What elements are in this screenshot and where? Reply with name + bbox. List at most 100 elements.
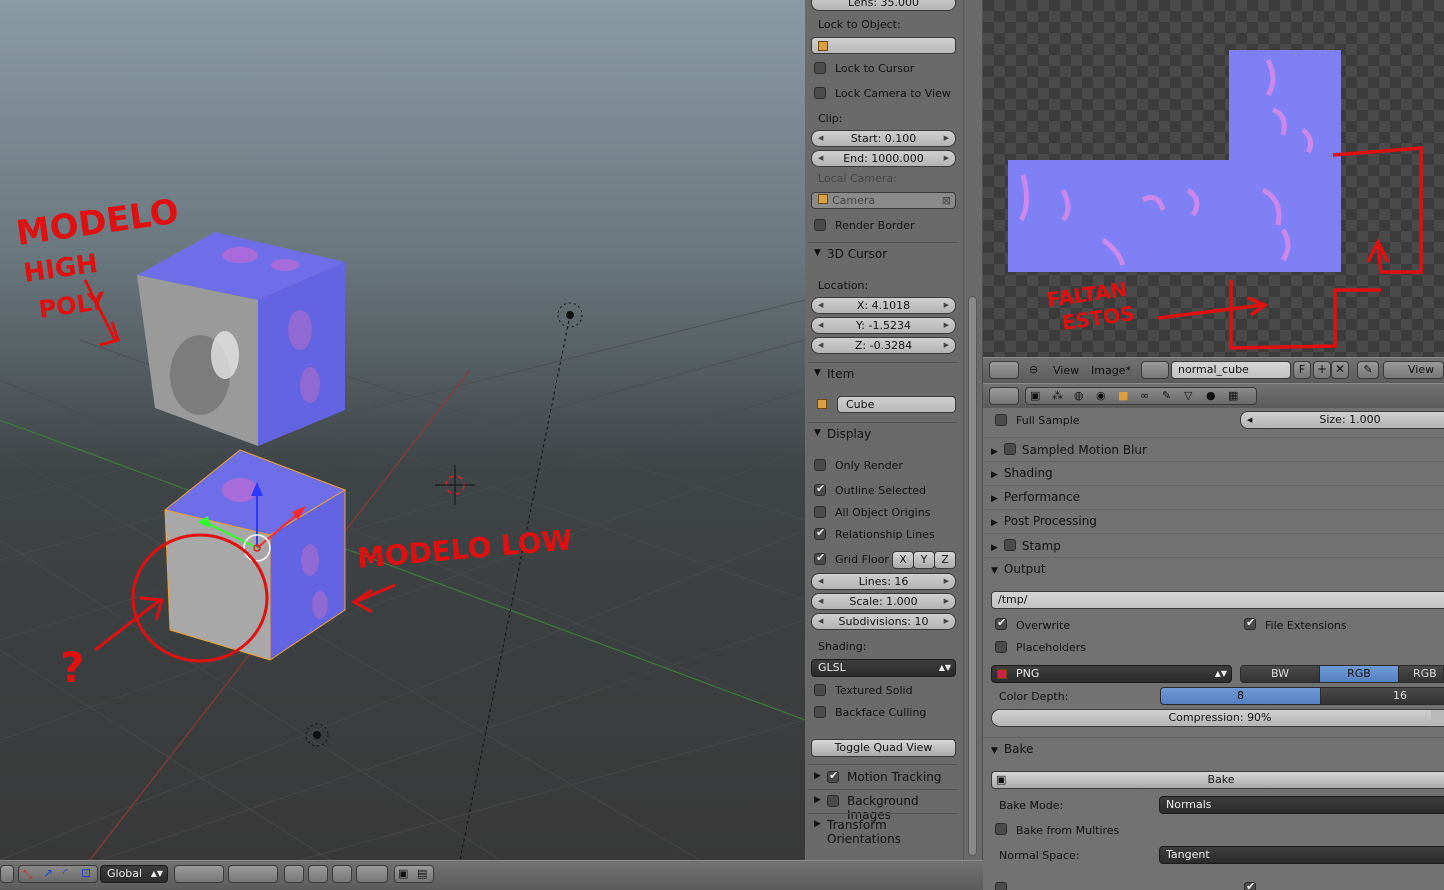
- item-panel-header[interactable]: ▼ Item: [805, 365, 963, 385]
- grid-subdivisions-field[interactable]: ◀ Subdivisions: 10 ▶: [811, 613, 956, 630]
- layers-grid-1[interactable]: [174, 865, 224, 883]
- all-object-origins-checkbox[interactable]: [814, 506, 826, 518]
- normal-space-select[interactable]: Tangent: [1159, 846, 1444, 864]
- axis-y-toggle[interactable]: Y: [913, 551, 935, 569]
- compression-slider[interactable]: Compression: 90%: [991, 709, 1444, 727]
- overwrite-checkbox[interactable]: [995, 616, 1007, 630]
- scale-icon[interactable]: ⊡: [81, 866, 91, 880]
- bake-mode-select[interactable]: Normals: [1159, 796, 1444, 814]
- color-depth-16-toggle[interactable]: 16: [1320, 687, 1444, 705]
- selected-to-active-checkbox-partial[interactable]: [995, 882, 1007, 890]
- constraints-tab-icon[interactable]: ∞: [1140, 389, 1149, 402]
- axis-z-toggle[interactable]: Z: [934, 551, 956, 569]
- clip-end-field[interactable]: ◀ End: 1000.000 ▶: [811, 150, 956, 167]
- data-tab-icon[interactable]: ▽: [1184, 389, 1192, 402]
- clear-checkbox-partial[interactable]: [1244, 880, 1256, 890]
- properties-context-tabs[interactable]: ▣ ⁂ ◍ ◉ ■ ∞ ✎ ▽ ● ▦: [1025, 387, 1257, 405]
- clear-icon[interactable]: ⊠: [942, 193, 951, 208]
- background-images-panel-header[interactable]: ▶ Background Images: [805, 792, 963, 822]
- lock-camera-checkbox[interactable]: [814, 87, 826, 99]
- clip-start-field[interactable]: ◀ Start: 0.100 ▶: [811, 130, 956, 147]
- material-tab-icon[interactable]: ●: [1206, 389, 1216, 402]
- backface-culling-checkbox[interactable]: [814, 706, 826, 718]
- post-processing-panel-header[interactable]: ▶ Post Processing: [991, 514, 1097, 528]
- output-panel-header[interactable]: ▼ Output: [991, 562, 1046, 576]
- 3d-viewport[interactable]: MODELO HIGH POLY MODELO LOW ?: [0, 0, 805, 860]
- axis-x-toggle[interactable]: X: [892, 551, 914, 569]
- display-panel-header[interactable]: ▼ Display: [805, 425, 963, 445]
- low-poly-cube[interactable]: [163, 449, 347, 661]
- performance-panel-header[interactable]: ▶ Performance: [991, 490, 1080, 504]
- local-camera-field[interactable]: Camera ⊠: [811, 192, 956, 209]
- relationship-lines-checkbox[interactable]: [814, 526, 826, 540]
- 3d-cursor-panel-header[interactable]: ▼ 3D Cursor: [805, 245, 963, 265]
- pin-icon[interactable]: ✎: [1357, 361, 1379, 379]
- rotate-icon[interactable]: ◜: [63, 866, 68, 880]
- render-border-checkbox[interactable]: [814, 219, 826, 231]
- image-name-field[interactable]: normal_cube: [1171, 361, 1291, 379]
- grid-lines-field[interactable]: ◀ Lines: 16 ▶: [811, 573, 956, 590]
- motion-blur-size-field[interactable]: ◀ Size: 1.000: [1240, 411, 1444, 429]
- object-tab-icon[interactable]: ■: [1118, 389, 1128, 402]
- editor-type-image-icon[interactable]: [989, 361, 1019, 379]
- grid-floor-checkbox[interactable]: [814, 551, 826, 565]
- color-rgba-toggle[interactable]: RGB: [1398, 665, 1444, 683]
- cursor-y-field[interactable]: ◀ Y: -1.5234 ▶: [811, 317, 956, 334]
- manipulator-icon[interactable]: ⤡: [23, 867, 33, 882]
- render-buttons[interactable]: ▣ ▤: [394, 865, 434, 883]
- view-mode-select[interactable]: View: [1383, 361, 1444, 379]
- layers-grid-2[interactable]: [228, 865, 278, 883]
- 3d-cursor-icon[interactable]: [435, 465, 475, 505]
- cursor-x-field[interactable]: ◀ X: 4.1018 ▶: [811, 297, 956, 314]
- motion-tracking-panel-header[interactable]: ▶Motion Tracking: [805, 768, 963, 788]
- render-layers-tab-icon[interactable]: ⁂: [1052, 389, 1063, 402]
- menu-toggle-icon[interactable]: ⊖: [1029, 363, 1038, 376]
- lock-object-field[interactable]: [811, 37, 956, 54]
- color-bw-toggle[interactable]: BW: [1240, 665, 1320, 683]
- only-render-checkbox[interactable]: [814, 459, 826, 471]
- shading-select[interactable]: GLSL ▲▼: [811, 659, 956, 677]
- textured-solid-checkbox[interactable]: [814, 684, 826, 696]
- motion-tracking-checkbox[interactable]: [827, 769, 839, 783]
- cursor-z-field[interactable]: ◀ Z: -0.3284 ▶: [811, 337, 956, 354]
- color-depth-8-toggle[interactable]: 8: [1160, 687, 1321, 705]
- unlink-image-icon[interactable]: ✕: [1331, 361, 1349, 379]
- modifiers-tab-icon[interactable]: ✎: [1162, 389, 1171, 402]
- orientation-select[interactable]: Global ▲▼: [100, 865, 168, 883]
- scene-tab-icon[interactable]: ◍: [1074, 389, 1084, 402]
- bake-button[interactable]: ▣ Bake: [991, 771, 1444, 789]
- panel-scrollbar[interactable]: [963, 0, 982, 860]
- file-format-select[interactable]: PNG ▲▼: [991, 665, 1232, 683]
- object-name-field[interactable]: Cube: [837, 396, 956, 413]
- output-path-field[interactable]: /tmp/: [991, 591, 1444, 609]
- high-poly-cube[interactable]: [137, 232, 345, 446]
- bake-from-multires-checkbox[interactable]: [995, 823, 1007, 835]
- translate-icon[interactable]: ↗: [43, 866, 53, 880]
- fake-user-button[interactable]: F: [1293, 361, 1311, 379]
- menu-view[interactable]: View: [1053, 364, 1079, 377]
- editor-type-properties-icon[interactable]: [989, 387, 1019, 405]
- outline-selected-checkbox[interactable]: [814, 482, 826, 496]
- lock-to-cursor-checkbox[interactable]: [814, 62, 826, 74]
- image-browse-icon[interactable]: [1141, 361, 1169, 379]
- stamp-panel-header[interactable]: ▶ Stamp: [991, 538, 1061, 553]
- lens-field[interactable]: Lens: 35.000: [811, 0, 956, 11]
- new-image-icon[interactable]: +: [1313, 361, 1331, 379]
- color-rgb-toggle[interactable]: RGB: [1319, 665, 1399, 683]
- sampled-motion-blur-panel-header[interactable]: ▶ Sampled Motion Blur: [991, 442, 1147, 457]
- placeholders-checkbox[interactable]: [995, 641, 1007, 653]
- snap-icon[interactable]: [332, 865, 352, 883]
- texture-tab-icon[interactable]: ▦: [1228, 389, 1238, 402]
- shading-panel-header[interactable]: ▶ Shading: [991, 466, 1053, 480]
- world-tab-icon[interactable]: ◉: [1096, 389, 1106, 402]
- file-extensions-checkbox[interactable]: [1244, 616, 1256, 630]
- uv-image-editor[interactable]: FALTAN ESTOS: [983, 0, 1444, 357]
- scrollbar-thumb[interactable]: [968, 296, 977, 856]
- render-tab-icon[interactable]: ▣: [1030, 389, 1040, 402]
- clapboard-icon[interactable]: ▤: [417, 867, 427, 880]
- menu-image[interactable]: Image*: [1091, 364, 1131, 377]
- camera-render-icon[interactable]: ▣: [398, 867, 408, 880]
- lamp-icon[interactable]: [557, 302, 583, 328]
- transform-orientations-panel-header[interactable]: ▶ Transform Orientations: [805, 816, 963, 846]
- editor-type-icon[interactable]: [0, 865, 14, 883]
